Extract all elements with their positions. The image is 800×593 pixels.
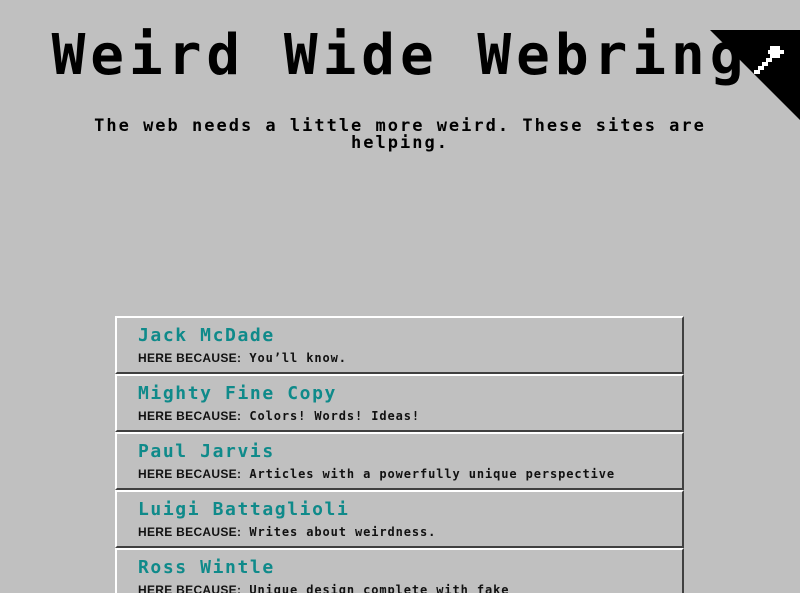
reason-label: HERE BECAUSE:: [138, 583, 242, 593]
site-card[interactable]: Paul Jarvis HERE BECAUSE: Articles with …: [115, 432, 684, 490]
site-reason: HERE BECAUSE: Unique design complete wit…: [138, 583, 662, 593]
site-link[interactable]: Paul Jarvis: [138, 442, 662, 462]
wrench-icon[interactable]: [752, 44, 786, 78]
site-reason: HERE BECAUSE: You’ll know.: [138, 351, 662, 366]
site-list: Jack McDade HERE BECAUSE: You’ll know. M…: [115, 316, 684, 593]
site-card[interactable]: Mighty Fine Copy HERE BECAUSE: Colors! W…: [115, 374, 684, 432]
site-card[interactable]: Jack McDade HERE BECAUSE: You’ll know.: [115, 316, 684, 374]
reason-label: HERE BECAUSE:: [138, 467, 242, 481]
corner-ribbon[interactable]: [710, 30, 800, 120]
reason-label: HERE BECAUSE:: [138, 525, 242, 539]
site-card[interactable]: Luigi Battaglioli HERE BECAUSE: Writes a…: [115, 490, 684, 548]
site-reason: HERE BECAUSE: Articles with a powerfully…: [138, 467, 662, 482]
reason-text: You’ll know.: [249, 351, 347, 365]
site-reason: HERE BECAUSE: Colors! Words! Ideas!: [138, 409, 662, 424]
reason-label: HERE BECAUSE:: [138, 351, 242, 365]
reason-text: Unique design complete with fake: [249, 583, 510, 593]
site-link[interactable]: Luigi Battaglioli: [138, 500, 662, 520]
tagline: The web needs a little more weird. These…: [94, 116, 706, 153]
site-reason: HERE BECAUSE: Writes about weirdness.: [138, 525, 662, 540]
site-link[interactable]: Jack McDade: [138, 326, 662, 346]
reason-text: Colors! Words! Ideas!: [249, 409, 420, 423]
page-title: Weird Wide Webring: [51, 23, 749, 88]
site-link[interactable]: Mighty Fine Copy: [138, 384, 662, 404]
reason-text: Articles with a powerfully unique perspe…: [249, 467, 615, 481]
site-card[interactable]: Ross Wintle HERE BECAUSE: Unique design …: [115, 548, 684, 593]
reason-text: Writes about weirdness.: [249, 525, 437, 539]
site-link[interactable]: Ross Wintle: [138, 558, 662, 578]
reason-label: HERE BECAUSE:: [138, 409, 242, 423]
